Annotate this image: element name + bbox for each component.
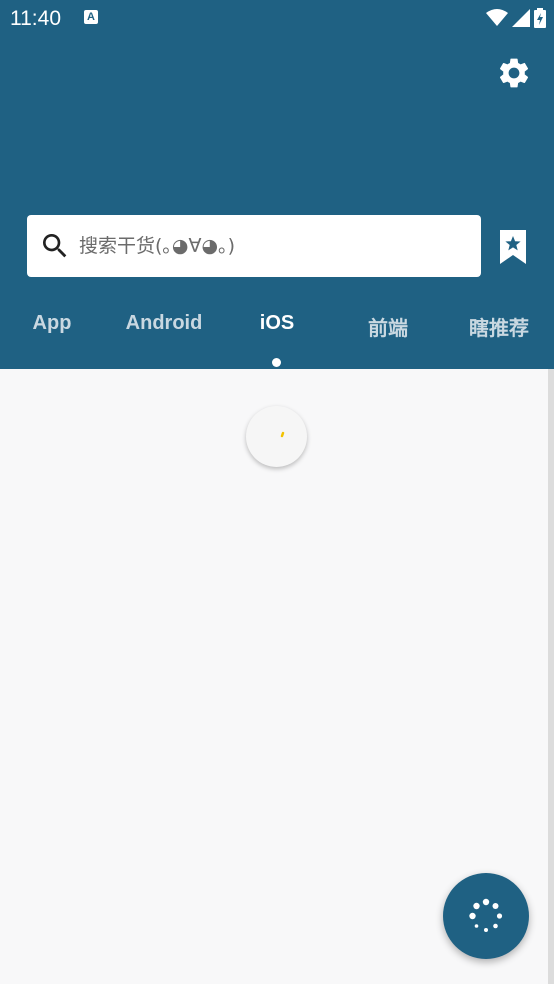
signal-icon xyxy=(512,9,530,27)
status-icons xyxy=(486,8,546,28)
search-input[interactable] xyxy=(79,215,469,277)
tab-frontend[interactable]: 前端 xyxy=(368,312,408,341)
tab-indicator xyxy=(272,358,281,367)
tab-ios[interactable]: iOS xyxy=(260,312,294,335)
scrollbar[interactable] xyxy=(548,369,554,984)
status-bar: 11:40 A xyxy=(0,0,554,36)
category-tabs: App Android iOS 前端 瞎推荐 xyxy=(0,300,554,352)
tab-recommend[interactable]: 瞎推荐 xyxy=(469,312,529,341)
bookmark-button[interactable] xyxy=(495,226,531,268)
search-bar[interactable] xyxy=(27,215,481,277)
tab-android[interactable]: Android xyxy=(126,312,203,335)
bookmark-star-icon xyxy=(500,230,526,264)
notification-icon: A xyxy=(84,10,98,24)
gear-icon xyxy=(499,58,529,88)
status-time: 11:40 xyxy=(10,7,61,30)
spinner-arc-icon xyxy=(280,431,285,438)
tab-app[interactable]: App xyxy=(33,312,72,335)
settings-button[interactable] xyxy=(494,53,534,93)
loading-dots-icon xyxy=(469,898,503,932)
loading-spinner xyxy=(246,406,307,467)
app-header: 11:40 A 搜索干货(｡◕∀◕｡) App Android iOS 前端 瞎… xyxy=(0,0,554,369)
wifi-icon xyxy=(486,9,508,26)
battery-icon xyxy=(534,8,546,28)
search-icon[interactable] xyxy=(39,230,71,262)
refresh-fab[interactable] xyxy=(443,873,529,959)
